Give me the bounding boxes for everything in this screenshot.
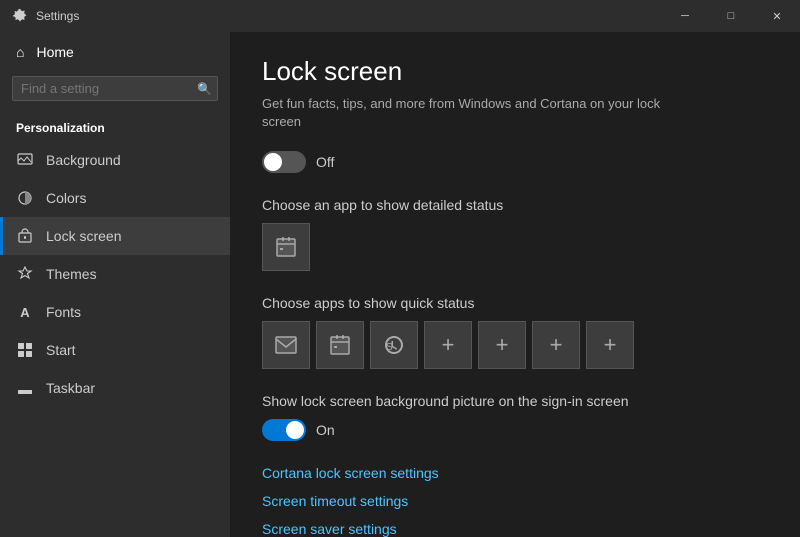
search-box[interactable]: 🔍 (12, 76, 218, 101)
sidebar-item-background-label: Background (46, 152, 121, 168)
sidebar-item-colors-label: Colors (46, 190, 86, 206)
themes-icon (16, 265, 34, 283)
sidebar-item-start-label: Start (46, 342, 76, 358)
sidebar-item-start[interactable]: Start (0, 331, 230, 369)
sidebar-item-fonts-label: Fonts (46, 304, 81, 320)
maximize-button[interactable]: □ (708, 0, 754, 32)
screen-timeout-link[interactable]: Screen timeout settings (262, 493, 768, 509)
settings-icon (12, 8, 28, 24)
home-label: Home (36, 44, 73, 60)
skype-app-icon[interactable]: S (370, 321, 418, 369)
start-icon (16, 341, 34, 359)
page-title: Lock screen (262, 56, 768, 87)
close-button[interactable]: ✕ (754, 0, 800, 32)
main-content: Lock screen Get fun facts, tips, and mor… (230, 32, 800, 537)
cortana-toggle[interactable] (262, 151, 306, 173)
sidebar-item-taskbar[interactable]: Taskbar (0, 369, 230, 407)
quick-status-icons: S + + + + (262, 321, 768, 369)
quick-add-icon-1[interactable]: + (424, 321, 472, 369)
detailed-status-section: Choose an app to show detailed status (262, 197, 768, 271)
cortana-lock-screen-link[interactable]: Cortana lock screen settings (262, 465, 768, 481)
screen-saver-link[interactable]: Screen saver settings (262, 521, 768, 537)
sidebar-item-colors[interactable]: Colors (0, 179, 230, 217)
svg-text:S: S (386, 342, 393, 353)
calendar-app-icon-quick[interactable] (316, 321, 364, 369)
home-icon: ⌂ (16, 44, 24, 60)
sidebar-section-title: Personalization (0, 113, 230, 141)
minimize-button[interactable]: ─ (662, 0, 708, 32)
app-body: ⌂ Home 🔍 Personalization Background (0, 32, 800, 537)
sidebar-item-themes[interactable]: Themes (0, 255, 230, 293)
taskbar-icon (16, 379, 34, 397)
signin-toggle-row: On (262, 419, 768, 441)
search-input[interactable] (21, 81, 197, 96)
cortana-toggle-label: Off (316, 154, 334, 170)
signin-toggle-label: Show lock screen background picture on t… (262, 393, 768, 409)
quick-add-icon-4[interactable]: + (586, 321, 634, 369)
signin-toggle-state: On (316, 422, 335, 438)
fonts-icon: A (16, 303, 34, 321)
sidebar-item-lock-screen[interactable]: Lock screen (0, 217, 230, 255)
detailed-status-label: Choose an app to show detailed status (262, 197, 768, 213)
sidebar-item-home[interactable]: ⌂ Home (0, 32, 230, 72)
lock-screen-icon (16, 227, 34, 245)
toggle-cortana-row: Off (262, 151, 768, 173)
quick-add-icon-2[interactable]: + (478, 321, 526, 369)
colors-icon (16, 189, 34, 207)
quick-add-icon-3[interactable]: + (532, 321, 580, 369)
titlebar-title: Settings (36, 9, 79, 23)
background-icon (16, 151, 34, 169)
search-icon: 🔍 (197, 82, 212, 96)
quick-status-label: Choose apps to show quick status (262, 295, 768, 311)
titlebar: Settings ─ □ ✕ (0, 0, 800, 32)
titlebar-left: Settings (12, 8, 79, 24)
sidebar-item-background[interactable]: Background (0, 141, 230, 179)
signin-toggle-section: Show lock screen background picture on t… (262, 393, 768, 441)
titlebar-controls: ─ □ ✕ (662, 0, 800, 32)
detailed-status-icons (262, 223, 768, 271)
sidebar: ⌂ Home 🔍 Personalization Background (0, 32, 230, 537)
sidebar-item-fonts[interactable]: A Fonts (0, 293, 230, 331)
mail-app-icon[interactable] (262, 321, 310, 369)
page-subtitle: Get fun facts, tips, and more from Windo… (262, 95, 662, 131)
quick-status-section: Choose apps to show quick status (262, 295, 768, 369)
sidebar-item-themes-label: Themes (46, 266, 97, 282)
sidebar-item-taskbar-label: Taskbar (46, 380, 95, 396)
calendar-app-icon-detailed[interactable] (262, 223, 310, 271)
signin-toggle[interactable] (262, 419, 306, 441)
sidebar-item-lock-screen-label: Lock screen (46, 228, 121, 244)
